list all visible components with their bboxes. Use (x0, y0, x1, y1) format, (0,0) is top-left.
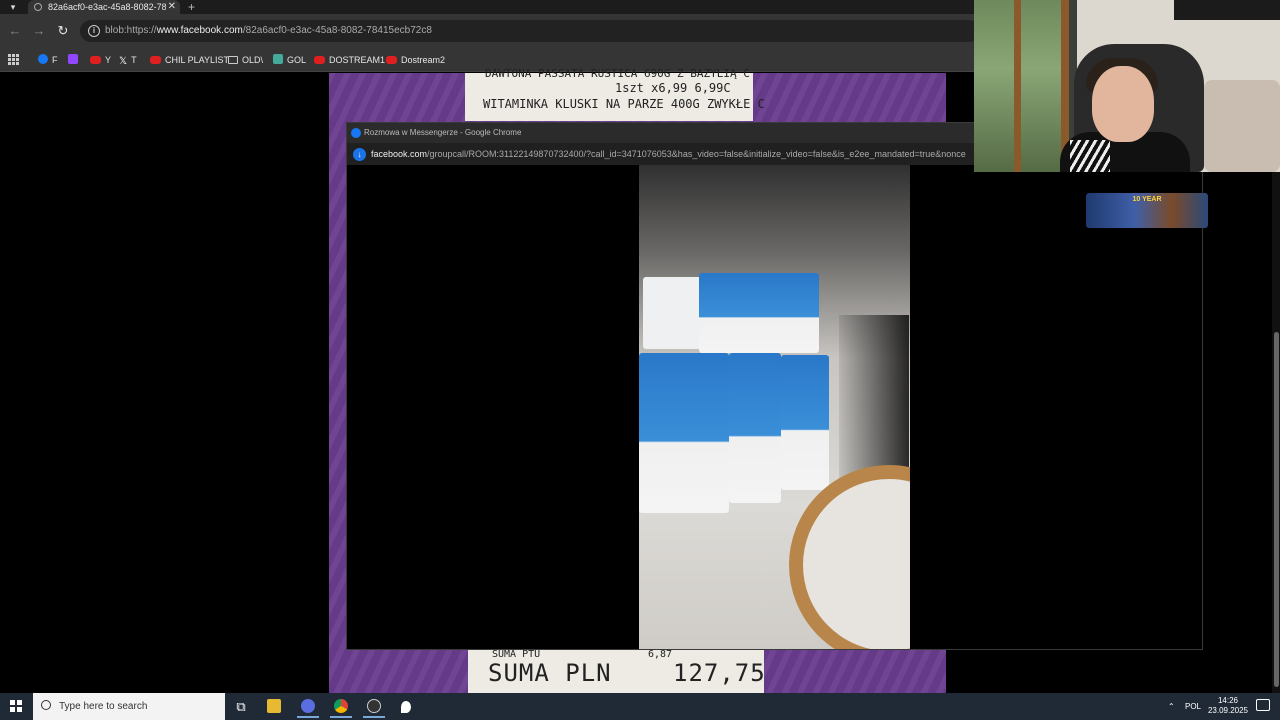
youtube-icon (314, 56, 325, 64)
windows-start-icon[interactable] (10, 700, 22, 712)
window-view (974, 0, 1069, 172)
clock-time: 14:26 (1217, 696, 1239, 705)
location-app-icon[interactable] (395, 696, 417, 718)
bowl (789, 465, 910, 649)
close-tab-icon[interactable]: ✕ (168, 0, 176, 14)
screen: ▾ 82a6acf0-e3ac-45a8-8082-784 ✕ + ← → ↻ … (0, 0, 1280, 720)
address-bar[interactable]: i blob:https://www.facebook.com/82a6acf0… (80, 20, 980, 42)
browser-tab[interactable]: 82a6acf0-e3ac-45a8-8082-784 ✕ (28, 0, 180, 14)
task-view-icon[interactable]: ⧉ (230, 696, 252, 718)
chrome-icon[interactable] (330, 696, 352, 718)
app-icon[interactable] (297, 696, 319, 718)
bookmark-y[interactable]: Y (90, 48, 111, 72)
product-package (729, 353, 781, 503)
gol-icon (273, 54, 283, 64)
clock[interactable]: 14:26 23.09.2025 (1200, 696, 1256, 716)
bookmark-f[interactable]: F (38, 48, 58, 72)
youtube-icon (90, 56, 101, 64)
search-placeholder: Type here to search (59, 701, 148, 712)
bookmark-gol[interactable]: GOL (273, 48, 306, 72)
receipt-top: DAWTONA PASSATA RUSTICA 690G Z BAZYLIĄ C… (465, 67, 765, 121)
reload-icon[interactable]: ↻ (54, 22, 72, 40)
youtube-icon (150, 56, 161, 64)
receipt-suma-value: 127,75 (673, 659, 766, 687)
new-tab-icon[interactable]: + (188, 0, 195, 14)
bookmark-dostream1[interactable]: DOSTREAM1 (314, 48, 385, 72)
tab-search-icon[interactable]: ▾ (4, 0, 22, 14)
popup-title: Rozmowa w Messengerze - Google Chrome (364, 128, 522, 137)
banner-text: 10 YEAR (1132, 196, 1162, 203)
bookmark-twitch[interactable] (68, 48, 82, 72)
webcam-overlay (974, 0, 1280, 172)
receipt-line: 1szt x6,99 6,99C (615, 81, 731, 95)
tab-favicon-icon (34, 3, 42, 11)
bookmark-dostream2[interactable]: Dostream2 (386, 48, 445, 72)
receipt-suma-ptu-value: 6,87 (648, 649, 673, 660)
call-video-area[interactable] (347, 165, 1202, 649)
receipt-suma-label: SUMA PLN (488, 659, 612, 687)
address-url[interactable]: blob:https://www.facebook.com/82a6acf0-e… (105, 20, 432, 42)
taskbar-search[interactable]: Type here to search (33, 693, 225, 720)
facebook-icon (351, 128, 361, 138)
facebook-icon (38, 54, 48, 64)
back-icon[interactable]: ← (6, 22, 24, 40)
apps-grid-icon[interactable] (8, 54, 19, 65)
product-package (699, 273, 819, 353)
streamer-face (1092, 66, 1154, 142)
video-feed (639, 165, 910, 649)
clock-date: 23.09.2025 (1207, 706, 1249, 715)
receipt-line: WITAMINKA KLUSKI NA PARZE 400G ZWYKŁE C (483, 97, 765, 111)
bookmark-t[interactable]: 𝕏T (119, 48, 137, 72)
youtube-icon (386, 56, 397, 64)
receipt-bottom: SUMA PTU 6,87 SUMA PLN 127,75 (468, 649, 766, 693)
language-indicator[interactable]: POL (1185, 693, 1201, 720)
taskbar: Type here to search ⧉ ⌃ POL 14:26 23.09.… (0, 693, 1280, 720)
download-icon[interactable]: ↓ (353, 148, 366, 161)
tab-title: 82a6acf0-e3ac-45a8-8082-784 (48, 2, 166, 12)
window-frame (1014, 0, 1021, 172)
scroll-thumb[interactable] (1274, 332, 1279, 687)
file-explorer-icon[interactable] (263, 696, 285, 718)
product-package (781, 355, 829, 490)
bookmark-folder-old[interactable]: OLD\ (228, 48, 263, 72)
search-icon (41, 700, 51, 710)
twitch-icon (68, 54, 78, 64)
receipt-line: DAWTONA PASSATA RUSTICA 690G Z BAZYLIĄ C (485, 67, 750, 80)
bookmark-chil-playlist[interactable]: CHIL PLAYLIST (150, 48, 229, 72)
jacket-stripes (1070, 140, 1110, 172)
popup-url: facebook.com/groupcall/ROOM:311221498707… (371, 149, 966, 159)
tray-chevron-icon[interactable]: ⌃ (1168, 693, 1175, 720)
forward-icon[interactable]: → (30, 22, 48, 40)
x-icon: 𝕏 (119, 56, 128, 67)
anniversary-banner: 10 YEAR (1086, 193, 1208, 228)
obs-icon[interactable] (363, 696, 385, 718)
notification-icon[interactable] (1256, 699, 1270, 711)
sofa (1204, 80, 1280, 172)
site-info-icon[interactable]: i (88, 25, 100, 37)
scrollbar[interactable] (1272, 172, 1280, 693)
messenger-popup-window[interactable]: Rozmowa w Messengerze - Google Chrome ↓ … (346, 122, 1203, 650)
folder-icon (228, 56, 238, 64)
product-package (639, 353, 729, 513)
tv (1174, 0, 1280, 20)
